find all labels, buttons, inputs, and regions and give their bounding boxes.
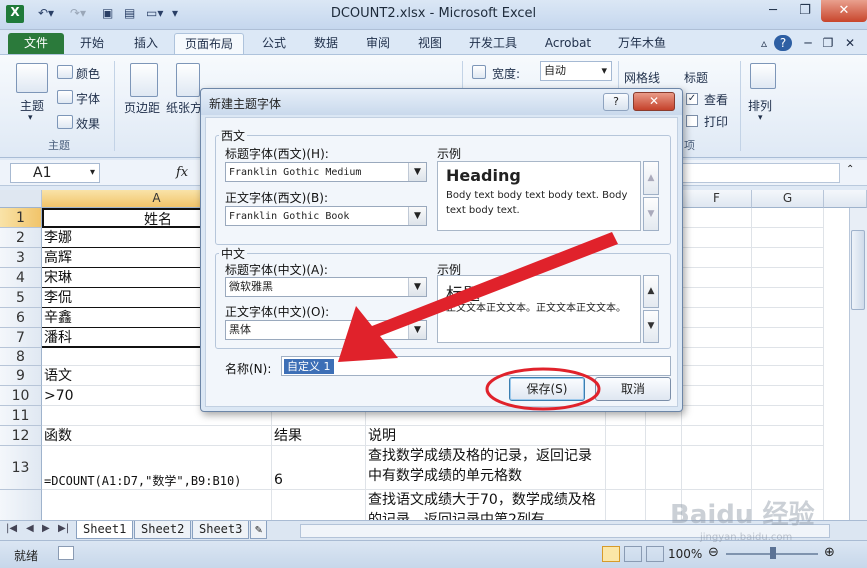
annotation-arrow: [338, 232, 618, 362]
annotation-circle: [485, 367, 601, 411]
annotation-overlay: [338, 232, 618, 411]
